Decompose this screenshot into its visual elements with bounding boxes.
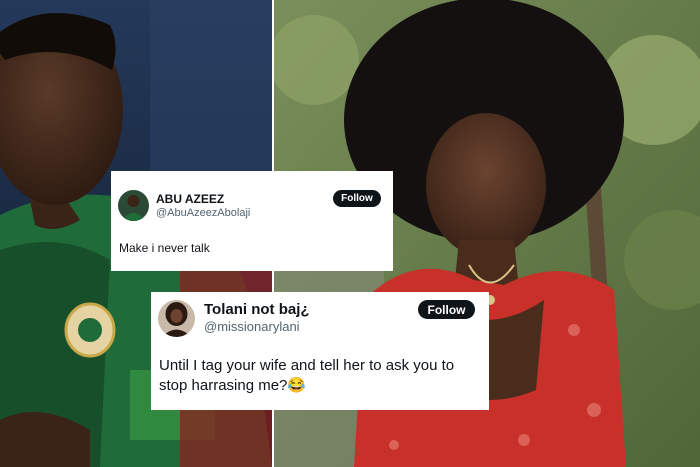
tweet-author-name[interactable]: ABU AZEEZ [156, 192, 224, 206]
tweet-text: Until I tag your wife and tell her to as… [159, 357, 455, 394]
user-avatar-icon[interactable] [118, 190, 149, 221]
tweet-author-name[interactable]: Tolani not baj¿ [204, 301, 310, 318]
follow-button[interactable]: Follow [333, 190, 381, 207]
tweet-author-handle[interactable]: @missionarylani [204, 319, 300, 334]
follow-button[interactable]: Follow [418, 300, 475, 319]
tweet-card: ABU AZEEZ @AbuAzeezAbolaji Follow Make i… [111, 171, 393, 271]
tweet-author-handle[interactable]: @AbuAzeezAbolaji [156, 207, 250, 219]
tweet-text: Make i never talk [119, 241, 210, 255]
tweet-card: Tolani not baj¿ @missionarylani Follow U… [151, 292, 489, 410]
user-avatar-icon[interactable] [158, 300, 195, 337]
